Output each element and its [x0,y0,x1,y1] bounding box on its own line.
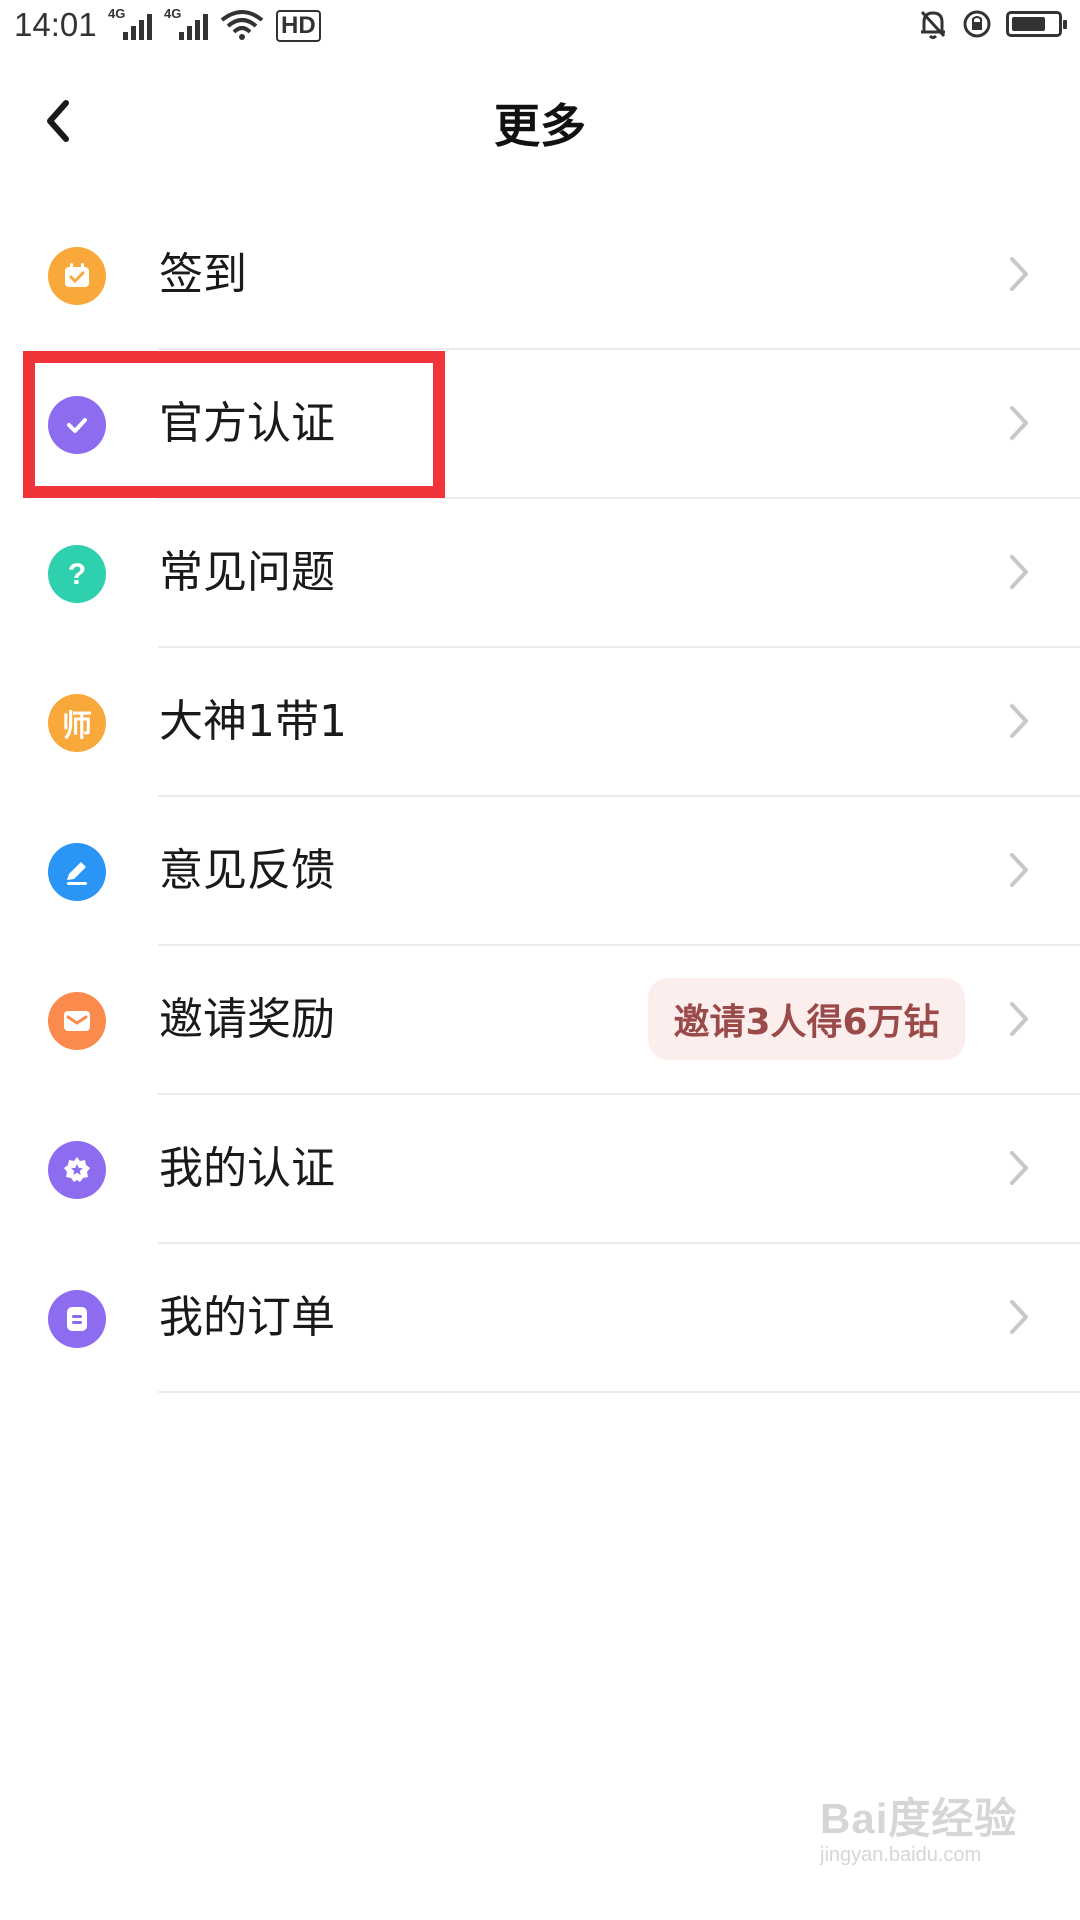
chevron-right-icon [1010,406,1028,440]
chevron-right-icon [1010,555,1028,589]
menu-item[interactable]: 邀请奖励 邀请3人得6万钻 [0,946,1080,1095]
divider [158,1391,1080,1393]
watermark-logo: Bai度经验 [820,1795,1018,1842]
battery-fill [1012,17,1045,31]
menu-item[interactable]: 我的认证 [0,1095,1080,1244]
chevron-right-icon [1010,1002,1028,1036]
envelope-icon [48,992,106,1050]
menu-item-label: 我的认证 [159,1143,335,1194]
menu-item[interactable]: 我的订单 [0,1244,1080,1393]
rotation-lock-icon [963,10,991,38]
hd-icon: HD [276,10,321,42]
cell-signal-icon: 4G [108,6,152,42]
menu-item-label: 常见问题 [159,547,335,598]
status-bar: 14:01 4G 4G HD [0,0,1080,56]
question-icon: ? [48,545,106,603]
header: 更多 [0,56,1080,186]
menu-item-label: 签到 [159,249,247,300]
order-icon [48,1290,106,1348]
wifi-icon [220,10,264,40]
menu-item[interactable]: 师 大神1带1 [0,648,1080,797]
mentor-icon: 师 [48,694,106,752]
battery-icon [1006,11,1067,37]
menu-item-label: 我的订单 [159,1292,335,1343]
badge-star-icon [48,1141,106,1199]
icon-glyph: 师 [62,709,92,744]
menu-item-label: 意见反馈 [159,845,335,896]
status-time: 14:01 [14,6,97,43]
menu-item[interactable]: 签到 [0,201,1080,350]
chevron-right-icon [1010,257,1028,291]
page-title: 更多 [494,99,586,153]
pencil-icon [48,843,106,901]
chevron-right-icon [1010,853,1028,887]
chevron-right-icon [1010,1300,1028,1334]
calendar-check-icon [48,247,106,305]
invite-reward-badge: 邀请3人得6万钻 [648,978,965,1060]
bell-muted-icon [920,10,946,39]
menu-item-label: 邀请奖励 [159,994,335,1045]
menu-item[interactable]: ? 常见问题 [0,499,1080,648]
svg-text:?: ? [68,558,86,591]
watermark: Bai度经验 jingyan.baidu.com [820,1785,1020,1875]
highlight-box [23,351,445,498]
status-icons-right [918,8,1067,40]
menu-item-label: 大神1带1 [159,696,347,747]
watermark-url: jingyan.baidu.com [820,1844,982,1866]
chevron-right-icon [1010,1151,1028,1185]
status-icons-left: 4G 4G HD [108,6,321,42]
cell-signal-icon-2: 4G [164,6,208,42]
menu-item[interactable]: 意见反馈 [0,797,1080,946]
chevron-right-icon [1010,704,1028,738]
